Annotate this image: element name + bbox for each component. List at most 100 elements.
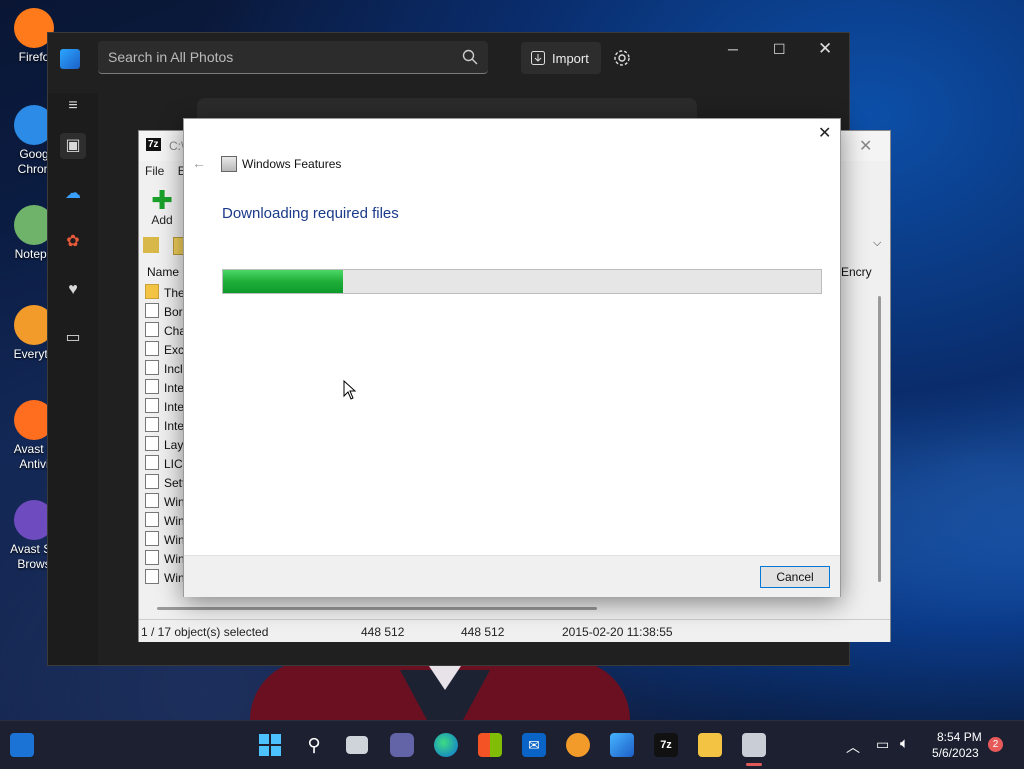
download-progress-bar: [222, 269, 822, 294]
volume-icon[interactable]: 🔈︎: [900, 735, 909, 752]
dialog-close-button[interactable]: ✕: [818, 123, 831, 143]
file-icon: [145, 531, 159, 546]
mouse-cursor-icon: [343, 380, 357, 400]
photos-taskbar-icon[interactable]: [610, 733, 634, 757]
list-item[interactable]: Inter: [145, 417, 188, 436]
file-icon: [145, 303, 159, 318]
start-icon[interactable]: [258, 733, 282, 757]
file-icon: [145, 360, 159, 375]
task-view-icon[interactable]: [346, 736, 368, 754]
dialog-title: Windows Features: [242, 157, 342, 171]
import-icon: [531, 51, 545, 65]
file-icon: [145, 341, 159, 356]
7zip-taskbar-icon[interactable]: 7z: [654, 733, 678, 757]
photos-app-logo-icon: [60, 49, 80, 69]
status-selected: 1 / 17 object(s) selected: [141, 625, 269, 639]
file-icon: [145, 436, 159, 451]
list-item[interactable]: Excl: [145, 341, 187, 360]
file-icon: [145, 474, 159, 489]
list-item[interactable]: Inter: [145, 398, 188, 417]
file-icon: [145, 398, 159, 413]
dialog-footer: Cancel: [184, 555, 840, 597]
list-item[interactable]: Win: [145, 550, 185, 569]
folder-icon[interactable]: ▭: [60, 325, 86, 351]
file-icon: [145, 455, 159, 470]
list-item[interactable]: Inter: [145, 379, 188, 398]
list-item[interactable]: Win: [145, 493, 185, 512]
heart-icon[interactable]: ♥: [60, 277, 86, 303]
search-icon[interactable]: ⚲: [302, 733, 326, 757]
hamburger-icon[interactable]: ≡: [60, 93, 86, 119]
search-placeholder: Search in All Photos: [108, 49, 234, 65]
file-icon: [145, 322, 159, 337]
minimize-button[interactable]: ─: [728, 41, 738, 57]
up-folder-icon[interactable]: [143, 237, 159, 253]
list-item-name: Win: [164, 552, 185, 566]
list-item-name: Win: [164, 571, 185, 585]
7zip-close-button[interactable]: ✕: [859, 136, 872, 156]
vertical-scrollbar[interactable]: [878, 296, 881, 582]
active-app-indicator: [746, 763, 762, 766]
taskbar: ⚲ ✉ 7z ︿ ▭ 🔈︎ 8:54 PM 5/6/2023 2: [0, 720, 1024, 769]
horizontal-scrollbar[interactable]: [157, 607, 597, 610]
close-button[interactable]: ✕: [818, 39, 832, 59]
add-label: Add: [151, 213, 173, 227]
photos-icon[interactable]: ▣: [60, 133, 86, 159]
back-arrow-icon[interactable]: ←: [192, 155, 206, 171]
dialog-heading: Downloading required files: [222, 205, 399, 222]
photos-search-input[interactable]: Search in All Photos: [98, 41, 488, 74]
7zip-menubar: File E: [145, 164, 186, 178]
file-icon: [145, 493, 159, 508]
file-explorer-icon[interactable]: [698, 733, 722, 757]
list-item-name: Win: [164, 514, 185, 528]
file-icon: [145, 417, 159, 432]
maximize-button[interactable]: ☐: [773, 41, 786, 58]
import-button[interactable]: Import: [521, 42, 601, 74]
list-item[interactable]: Win: [145, 512, 185, 531]
apps-icon[interactable]: ✿: [60, 229, 86, 255]
list-item[interactable]: Cha: [145, 322, 186, 341]
status-bar: 1 / 17 object(s) selected 448 512 448 51…: [139, 619, 890, 642]
cancel-button[interactable]: Cancel: [760, 566, 830, 588]
edge-icon[interactable]: [434, 733, 458, 757]
list-item[interactable]: Win: [145, 531, 185, 550]
gear-icon[interactable]: [613, 49, 631, 67]
windows-features-dialog: ✕ ← Windows Features Downloading require…: [183, 118, 841, 597]
list-item[interactable]: Setti: [145, 474, 188, 493]
import-label: Import: [552, 51, 589, 66]
teams-icon[interactable]: [390, 733, 414, 757]
download-progress-fill: [223, 270, 343, 293]
status-modified: 2015-02-20 11:38:55: [562, 625, 673, 639]
windows-features-taskbar-icon[interactable]: [742, 733, 766, 757]
add-button[interactable]: ✚ Add: [147, 187, 177, 227]
plus-icon: ✚: [151, 185, 173, 215]
notification-badge[interactable]: 2: [988, 737, 1003, 752]
file-icon: [145, 550, 159, 565]
folder-icon: [145, 284, 159, 299]
onedrive-icon[interactable]: ☁: [60, 181, 86, 207]
store-icon[interactable]: [478, 733, 502, 757]
list-item[interactable]: Win: [145, 569, 185, 588]
address-dropdown-chevron-icon[interactable]: ⌵: [873, 237, 881, 250]
status-packed: 448 512: [461, 625, 505, 639]
file-icon: [145, 379, 159, 394]
file-icon: [145, 569, 159, 584]
photos-nav-rail: ≡ ▣ ☁ ✿ ♥ ▭: [48, 93, 98, 665]
list-item-name: Win: [164, 495, 185, 509]
column-name[interactable]: Name: [147, 265, 179, 279]
search-icon: [462, 49, 478, 65]
file-icon: [145, 512, 159, 527]
network-icon[interactable]: ▭: [876, 736, 889, 753]
column-encrypted[interactable]: Encry: [841, 265, 872, 279]
menu-file[interactable]: File: [145, 164, 164, 178]
mail-icon[interactable]: ✉: [522, 733, 546, 757]
windows-features-icon: [221, 156, 237, 172]
tray-chevron-icon[interactable]: ︿: [846, 737, 860, 757]
wallpaper-figure: [250, 660, 630, 720]
status-size: 448 512: [361, 625, 405, 639]
widgets-icon[interactable]: [10, 733, 34, 757]
list-item-name: Win: [164, 533, 185, 547]
clock-time[interactable]: 8:54 PM: [937, 730, 982, 744]
clock-date[interactable]: 5/6/2023: [932, 746, 979, 760]
avast-browser-icon[interactable]: [566, 733, 590, 757]
